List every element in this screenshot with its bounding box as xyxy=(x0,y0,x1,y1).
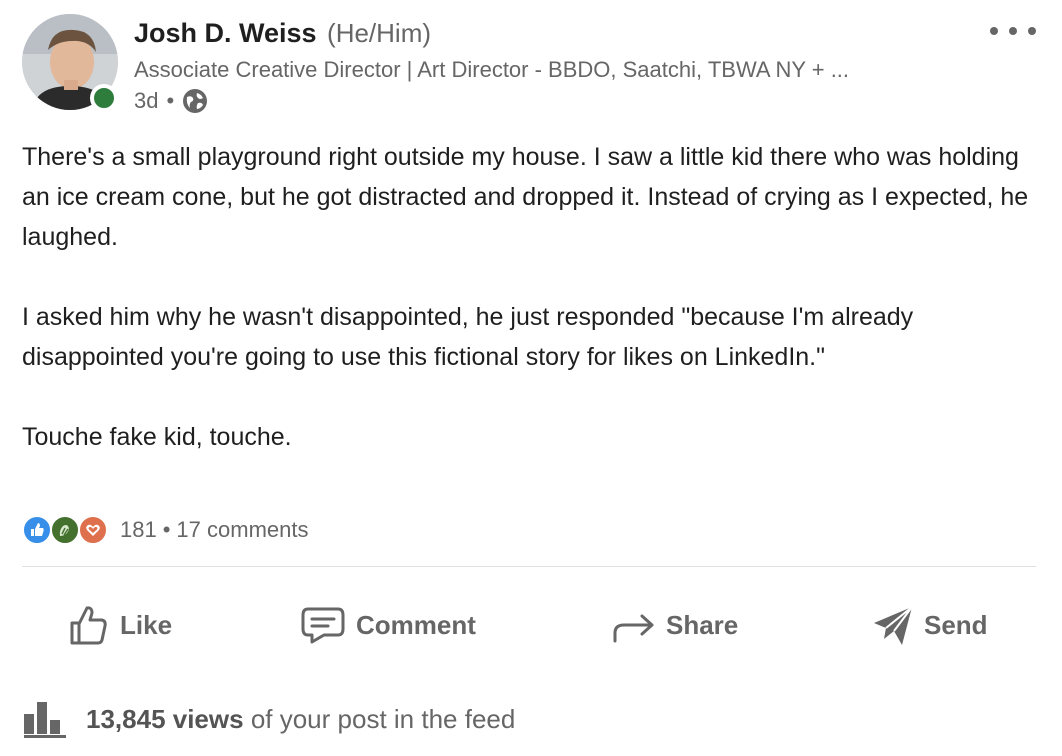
feed-post: Josh D. Weiss (He/Him) Associate Creativ… xyxy=(0,0,1062,756)
post-paragraph-1: There's a small playground right outside… xyxy=(22,143,1029,251)
share-arrow-icon xyxy=(613,614,654,643)
more-options-button[interactable] xyxy=(990,18,1036,44)
dot-icon xyxy=(990,27,998,35)
dot-icon xyxy=(1028,27,1036,35)
reaction-count[interactable]: 181 xyxy=(120,517,157,543)
share-label: Share xyxy=(666,609,739,640)
online-status-indicator xyxy=(90,84,118,112)
celebrate-reaction-icon[interactable] xyxy=(50,515,80,545)
share-button[interactable]: Share xyxy=(612,590,738,660)
post-paragraph-3: Touche fake kid, touche. xyxy=(22,423,292,451)
like-reaction-icon[interactable] xyxy=(22,515,52,545)
author-headline: Associate Creative Director | Art Direct… xyxy=(134,57,850,82)
author-pronouns: (He/Him) xyxy=(327,18,432,48)
send-plane-icon xyxy=(874,606,913,645)
views-suffix: of your post in the feed xyxy=(250,703,516,734)
post-action-bar: Like Comment Share Send xyxy=(22,590,1036,660)
counts-separator: • xyxy=(162,517,171,542)
love-reaction-icon[interactable] xyxy=(78,515,108,545)
author-name-row: Josh D. Weiss (He/Him) xyxy=(134,18,431,49)
dot-icon xyxy=(1009,27,1017,35)
social-counts: 181 • 17 comments xyxy=(22,515,308,545)
divider xyxy=(22,566,1036,567)
meta-separator: • xyxy=(166,88,175,113)
like-label: Like xyxy=(120,609,173,640)
send-button[interactable]: Send xyxy=(872,590,988,660)
thumbs-up-icon xyxy=(70,606,107,645)
send-label: Send xyxy=(924,609,988,640)
comment-icon xyxy=(301,607,345,644)
comment-label: Comment xyxy=(356,609,476,640)
bar-chart-icon xyxy=(24,702,66,738)
author-name[interactable]: Josh D. Weiss xyxy=(134,18,317,48)
comment-button[interactable]: Comment xyxy=(300,590,476,660)
author-avatar[interactable] xyxy=(22,14,118,112)
globe-icon xyxy=(182,88,208,114)
post-paragraph-2: I asked him why he wasn't disappointed, … xyxy=(22,303,914,371)
post-time: 3d xyxy=(134,88,159,113)
paragraph-spacer xyxy=(22,257,1042,297)
views-count: 13,845 views xyxy=(86,703,244,734)
post-text: There's a small playground right outside… xyxy=(22,137,1042,457)
engagement-counts: 181 • 17 comments xyxy=(120,517,308,543)
like-button[interactable]: Like xyxy=(68,590,172,660)
post-analytics[interactable]: 13,845 views of your post in the feed xyxy=(22,700,515,738)
comments-count-link[interactable]: 17 comments xyxy=(176,517,308,543)
paragraph-spacer xyxy=(22,377,1042,417)
post-meta: 3d • xyxy=(134,88,208,114)
views-text: 13,845 views of your post in the feed xyxy=(86,704,515,735)
